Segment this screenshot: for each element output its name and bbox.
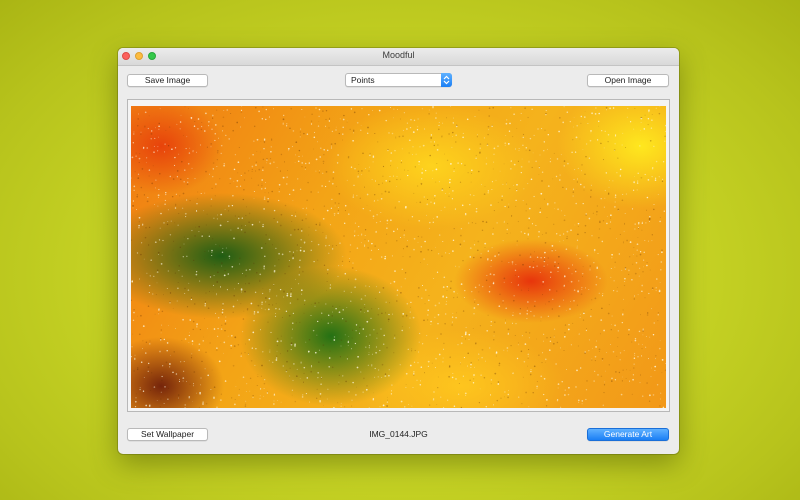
art-canvas-frame	[127, 99, 670, 412]
open-image-button[interactable]: Open Image	[587, 74, 669, 87]
generated-art-image	[131, 106, 666, 408]
mode-selected-label: Points	[351, 75, 375, 85]
title-bar[interactable]: Moodful	[118, 48, 679, 66]
mode-popup-button[interactable]: Points	[345, 73, 452, 87]
save-image-button[interactable]: Save Image	[127, 74, 208, 87]
app-window: Moodful Save Image Points Open Image Set…	[118, 48, 679, 454]
up-down-chevron-icon	[441, 73, 452, 87]
window-title: Moodful	[382, 50, 415, 60]
generate-art-button[interactable]: Generate Art	[587, 428, 669, 441]
